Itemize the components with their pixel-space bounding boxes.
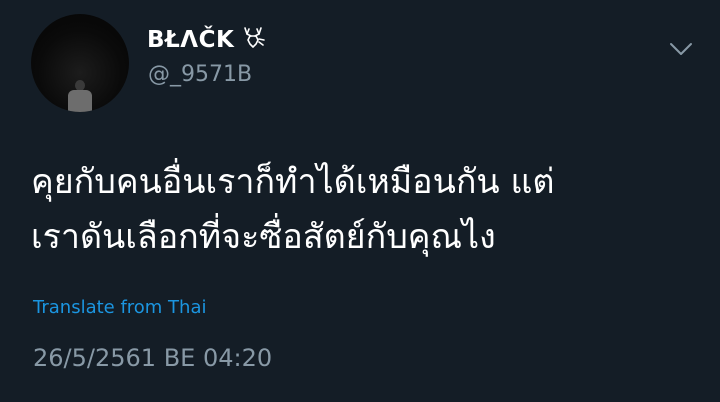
user-handle[interactable]: @_9571B [148, 62, 252, 87]
tweet-text-line: คุยกับคนอื่นเราก็ทำได้เหมือนกัน แต่ [31, 162, 555, 202]
translate-link[interactable]: Translate from Thai [33, 297, 207, 318]
more-options-button[interactable] [666, 36, 696, 62]
timestamp[interactable]: 26/5/2561 BE 04:20 [33, 344, 272, 372]
tweet-text-line: เราดันเลือกที่จะซื่อสัตย์กับคุณไง [31, 217, 496, 257]
chevron-down-icon [670, 43, 692, 55]
avatar-figure-body [68, 90, 92, 112]
display-name[interactable]: BŁΛČK [147, 26, 266, 53]
display-name-text: BŁΛČK [147, 27, 235, 53]
deer-icon [244, 27, 266, 48]
avatar[interactable] [31, 14, 129, 112]
tweet-text: คุยกับคนอื่นเราก็ทำได้เหมือนกัน แต่ เราด… [31, 155, 691, 265]
tweet-card: BŁΛČK @_9571B คุยกับคนอื่นเราก็ทำได้เหมื… [0, 0, 720, 402]
